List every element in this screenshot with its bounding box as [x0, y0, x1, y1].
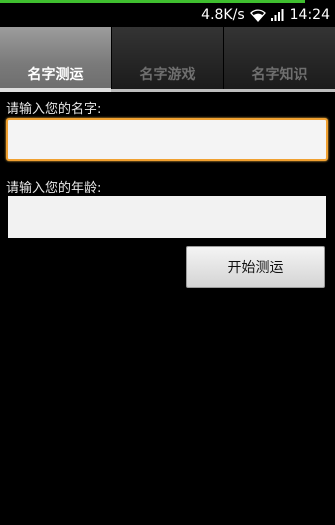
clock: 14:24	[289, 7, 330, 23]
age-input[interactable]	[8, 196, 326, 238]
signal-icon	[270, 9, 285, 21]
tab-label: 名字知识	[251, 67, 308, 83]
network-speed: 4.8K/s	[201, 7, 245, 23]
age-label: 请输入您的年龄:	[6, 181, 102, 196]
name-label: 请输入您的名字:	[6, 102, 102, 117]
tab-bar: 名字测运 名字游戏 名字知识	[0, 27, 335, 89]
start-fortune-button[interactable]: 开始测运	[186, 246, 325, 288]
status-indicators: 4.8K/s 14:24	[201, 5, 330, 25]
status-bar: 4.8K/s 14:24	[0, 0, 335, 27]
tab-name-fortune[interactable]: 名字测运	[0, 27, 112, 89]
tab-name-games[interactable]: 名字游戏	[112, 27, 224, 89]
tab-label: 名字测运	[27, 67, 84, 83]
tab-label: 名字游戏	[139, 67, 196, 83]
active-tab-indicator	[0, 88, 111, 92]
tab-name-knowledge[interactable]: 名字知识	[224, 27, 335, 89]
status-accent-bar	[0, 0, 305, 3]
name-input[interactable]	[6, 118, 328, 161]
wifi-icon	[249, 8, 266, 22]
